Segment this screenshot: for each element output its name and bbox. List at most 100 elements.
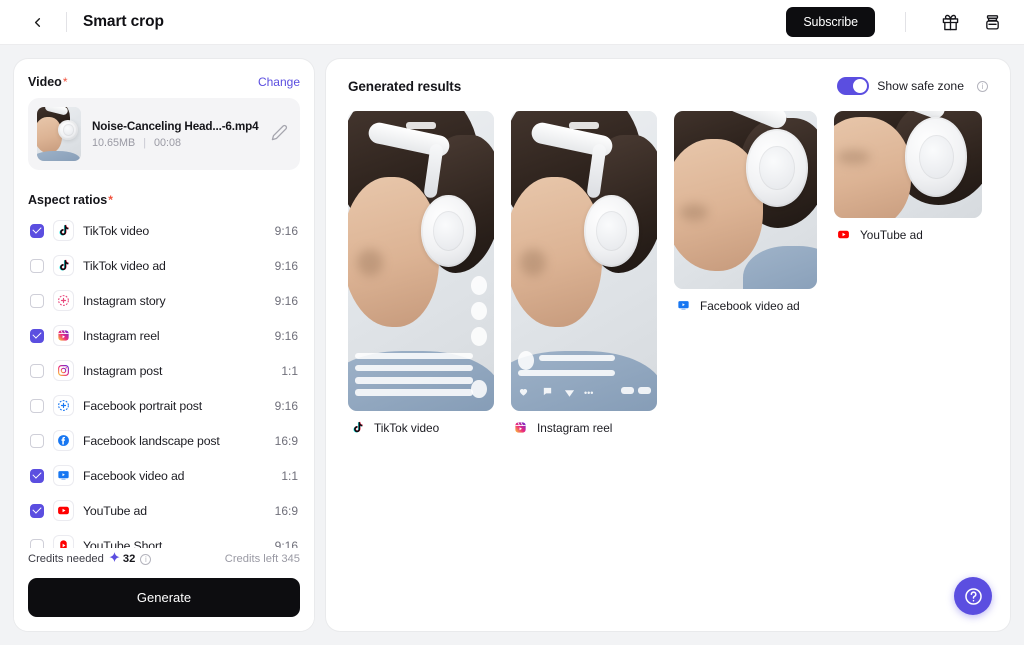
- result-label: Facebook video ad: [700, 298, 800, 313]
- safe-zone-info-icon[interactable]: i: [977, 80, 988, 92]
- result-thumbnail[interactable]: [834, 111, 982, 218]
- aspect-ratio-row[interactable]: Facebook landscape post 16:9: [28, 423, 300, 458]
- aspect-ratio-row[interactable]: TikTok video 9:16: [28, 213, 300, 248]
- result-image: [674, 111, 817, 289]
- toolbar-divider: [66, 12, 67, 32]
- results-panel: Generated results Show safe zone i TikTo…: [326, 59, 1010, 631]
- result-thumbnail[interactable]: [348, 111, 494, 411]
- result-item[interactable]: YouTube ad: [834, 111, 982, 242]
- aspect-ratio-checkbox[interactable]: [30, 433, 44, 448]
- aspect-ratio-checkbox[interactable]: [30, 223, 44, 238]
- result-label: TikTok video: [374, 420, 440, 435]
- aspect-ratio-name: Instagram post: [83, 363, 163, 378]
- aspect-ratio-value: 9:16: [274, 258, 298, 273]
- aspect-ratio-value: 16:9: [274, 503, 298, 518]
- aspect-ratio-row[interactable]: Facebook video ad 1:1: [28, 458, 300, 493]
- change-video-link[interactable]: Change: [258, 75, 300, 89]
- safe-zone-control: Show safe zone i: [837, 77, 988, 95]
- instagram-reel-icon: [54, 326, 73, 345]
- aspect-ratio-checkbox[interactable]: [30, 398, 44, 413]
- edit-video-button[interactable]: [271, 124, 291, 144]
- video-meta: Noise-Canceling Head...-6.mp4 10.65MB | …: [92, 120, 260, 149]
- result-thumbnail[interactable]: [674, 111, 817, 289]
- youtube-icon: [838, 230, 849, 239]
- aspect-ratio-checkbox[interactable]: [30, 293, 44, 308]
- video-thumbnail-image: [37, 107, 81, 161]
- result-thumbnail[interactable]: •••: [511, 111, 657, 411]
- instagram-story-icon: [58, 295, 69, 306]
- tiktok-icon: [54, 256, 73, 275]
- result-label: Instagram reel: [537, 420, 613, 435]
- credits-info-icon[interactable]: i: [140, 553, 152, 565]
- result-item[interactable]: Facebook video ad: [674, 111, 817, 313]
- show-safe-zone-toggle[interactable]: [837, 77, 870, 95]
- tiktok-icon: [59, 259, 69, 271]
- storage-button[interactable]: [978, 8, 1006, 36]
- aspect-ratios-required-mark: *: [108, 193, 113, 207]
- gift-icon: [942, 14, 958, 30]
- credits-needed-label: Credits needed: [28, 553, 104, 565]
- aspect-ratio-checkbox[interactable]: [30, 503, 44, 518]
- instagram-reel-icon: [515, 422, 526, 433]
- workspace: Video * Change Noise-Canceling Head...-6…: [0, 45, 1024, 645]
- result-label-row: Facebook video ad: [674, 298, 817, 313]
- result-label-row: TikTok video: [348, 420, 494, 435]
- facebook-video-icon: [58, 471, 69, 480]
- tiktok-icon: [54, 221, 73, 240]
- settings-footer: Credits needed 32 i Credits left 345 Gen…: [14, 548, 314, 631]
- video-label: Video: [28, 75, 62, 89]
- subscribe-button[interactable]: Subscribe: [786, 7, 875, 37]
- result-image: [348, 111, 494, 411]
- video-card[interactable]: Noise-Canceling Head...-6.mp4 10.65MB | …: [28, 98, 300, 170]
- jar-icon: [985, 14, 999, 30]
- result-item[interactable]: TikTok video: [348, 111, 494, 435]
- aspect-ratio-row[interactable]: Instagram story 9:16: [28, 283, 300, 318]
- instagram-reel-icon: [511, 420, 530, 435]
- result-label-row: Instagram reel: [511, 420, 657, 435]
- video-field-header: Video * Change: [28, 75, 300, 89]
- aspect-ratio-value: 9:16: [274, 293, 298, 308]
- aspect-ratio-checkbox[interactable]: [30, 363, 44, 378]
- aspect-ratio-value: 9:16: [274, 328, 298, 343]
- aspect-ratio-checkbox[interactable]: [30, 258, 44, 273]
- aspect-ratio-checkbox[interactable]: [30, 468, 44, 483]
- instagram-reel-icon: [58, 330, 69, 341]
- aspect-ratios-label: Aspect ratios: [28, 193, 108, 207]
- facebook-video-icon: [674, 298, 693, 313]
- aspect-ratio-name: TikTok video ad: [83, 258, 166, 273]
- results-header: Generated results Show safe zone i: [348, 77, 988, 95]
- result-image: [511, 111, 657, 411]
- aspect-ratio-checkbox[interactable]: [30, 328, 44, 343]
- youtube-icon: [58, 506, 69, 515]
- show-safe-zone-label: Show safe zone: [877, 79, 964, 93]
- help-button[interactable]: [954, 577, 992, 615]
- aspect-ratio-name: Instagram reel: [83, 328, 160, 343]
- result-label-row: YouTube ad: [834, 227, 982, 242]
- facebook-icon: [54, 431, 73, 450]
- top-bar-actions: Subscribe: [786, 7, 1006, 37]
- pencil-icon: [271, 124, 288, 141]
- facebook-video-icon: [54, 466, 73, 485]
- video-detail-separator: |: [143, 136, 147, 149]
- aspect-ratio-value: 1:1: [281, 468, 298, 483]
- result-item[interactable]: ••• Instagram reel: [511, 111, 657, 435]
- aspect-ratio-row[interactable]: Instagram reel 9:16: [28, 318, 300, 353]
- aspect-ratio-value: 9:16: [274, 223, 298, 238]
- facebook-story-icon: [58, 400, 69, 411]
- back-button[interactable]: [24, 9, 50, 35]
- instagram-story-icon: [54, 291, 73, 310]
- aspect-ratio-row[interactable]: YouTube ad 16:9: [28, 493, 300, 528]
- page-title: Smart crop: [83, 13, 164, 30]
- facebook-video-icon: [678, 301, 689, 310]
- aspect-ratios-header: Aspect ratios*: [28, 193, 300, 207]
- aspect-ratio-row[interactable]: Facebook portrait post 9:16: [28, 388, 300, 423]
- aspect-ratio-value: 1:1: [281, 363, 298, 378]
- help-circle-icon: [964, 587, 982, 605]
- aspect-ratio-row[interactable]: TikTok video ad 9:16: [28, 248, 300, 283]
- generate-button[interactable]: Generate: [28, 578, 300, 617]
- aspect-ratio-row[interactable]: Instagram post 1:1: [28, 353, 300, 388]
- result-image: [834, 111, 982, 218]
- sparkle-icon: [109, 552, 120, 566]
- video-duration: 00:08: [154, 136, 182, 149]
- gift-button[interactable]: [936, 8, 964, 36]
